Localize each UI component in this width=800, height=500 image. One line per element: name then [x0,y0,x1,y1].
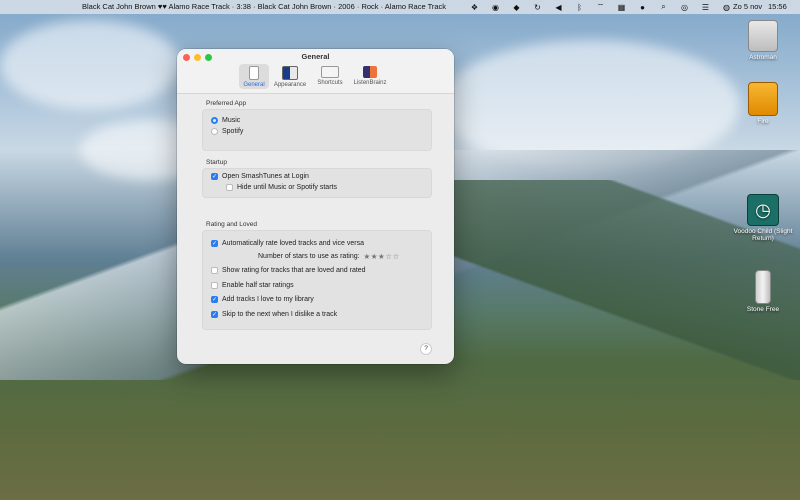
radio-button[interactable] [211,117,218,124]
sync-icon[interactable]: ↻ [527,1,548,13]
desktop-icon-astroman[interactable]: Astroman [728,20,798,61]
person-circle-icon[interactable]: ◎ [674,1,695,13]
checkbox[interactable]: ✓ [211,311,218,318]
user-icon[interactable]: ● [632,1,653,13]
menubar-time[interactable]: 15:56 [768,2,787,11]
bluetooth-icon[interactable]: ᛒ [569,1,590,13]
stars-setting: Number of stars to use as rating: ★★★☆☆ [258,252,400,261]
radio-spotify[interactable]: Spotify [211,128,243,135]
title-bar: General General Appearance Shortcuts Lis… [177,49,454,94]
search-icon[interactable]: ⌕ [653,1,674,13]
checkbox-auto-rate[interactable]: ✓ Automatically rate loved tracks and vi… [211,240,364,247]
phone-icon [249,66,259,80]
tab-general[interactable]: General [239,64,269,89]
help-button[interactable]: ? [420,343,432,355]
keyboard-icon [321,66,339,78]
checkbox-open-at-login[interactable]: ✓ Open SmashTunes at Login [211,173,309,180]
wifi-icon[interactable]: ⌔ [590,1,611,13]
listenbrainz-icon [363,66,377,78]
desktop-icon-voodoo-child[interactable]: ◷ Voodoo Child (Slight Return) [728,194,798,242]
section-title-startup: Startup [206,159,227,166]
checkbox[interactable]: ✓ [211,296,218,303]
stars-label: Number of stars to use as rating: [258,253,360,260]
checkbox[interactable]: ✓ [211,240,218,247]
tab-label: ListenBrainz [353,80,387,86]
checkbox-half-star[interactable]: Enable half star ratings [211,282,294,289]
tab-label: Shortcuts [317,80,343,86]
checkbox-label: Skip to the next when I dislike a track [222,311,338,318]
toolbar-tabs: General Appearance Shortcuts ListenBrain… [239,64,389,89]
keyboard-icon[interactable]: ▦ [611,1,632,13]
preferences-window: General General Appearance Shortcuts Lis… [177,49,454,364]
control-center-icon[interactable]: ☰ [695,1,716,13]
circle-dot-icon[interactable]: ◉ [485,1,506,13]
desktop-icon-fire[interactable]: Fire [728,82,798,125]
checkbox-show-rating[interactable]: Show rating for tracks that are loved an… [211,267,366,274]
checkbox-label: Automatically rate loved tracks and vice… [222,240,365,247]
cloud [0,20,180,110]
desktop-icon-label: Stone Free [746,306,780,313]
window-title: General [301,52,330,61]
drive-icon [748,82,778,116]
checkbox-hide-until-starts[interactable]: Hide until Music or Spotify starts [226,184,337,191]
checkbox[interactable] [211,267,218,274]
radio-button[interactable] [211,128,218,135]
tab-shortcuts[interactable]: Shortcuts [311,64,349,89]
checkbox[interactable] [211,282,218,289]
checkbox-label: Open SmashTunes at Login [222,173,309,180]
elephant-icon[interactable]: ◆ [506,1,527,13]
checkbox[interactable] [226,184,233,191]
status-icons: ❖ ◉ ◆ ↻ ◀ ᛒ ⌔ ▦ ● ⌕ ◎ ☰ ◍ [464,1,737,13]
checkbox-skip-dislike[interactable]: ✓ Skip to the next when I dislike a trac… [211,311,337,318]
checkbox-label: Show rating for tracks that are loved an… [222,267,366,274]
usb-drive-icon [755,270,771,304]
checkbox[interactable]: ✓ [211,173,218,180]
tab-appearance[interactable]: Appearance [271,64,309,89]
checkbox-label: Enable half star ratings [222,282,294,289]
speaker-icon[interactable]: ◀ [548,1,569,13]
radio-music[interactable]: Music [211,117,240,124]
desktop-icon-label: Fire [757,118,769,125]
checkbox-label: Hide until Music or Spotify starts [237,184,337,191]
appearance-icon [282,66,298,80]
section-title-rating: Rating and Loved [206,221,257,228]
desktop-icon-stone-free[interactable]: Stone Free [728,270,798,313]
tab-label: Appearance [273,82,307,88]
dropbox-icon[interactable]: ❖ [464,1,485,13]
desktop-icon-label: Astroman [749,54,777,61]
radio-label: Music [222,117,241,124]
menubar-date[interactable]: Zo 5 nov [733,2,762,11]
tab-label: General [243,82,265,88]
menu-bar: Black Cat John Brown ♥♥ Alamo Race Track… [0,0,800,14]
time-machine-icon: ◷ [747,194,779,226]
checkbox-add-to-library[interactable]: ✓ Add tracks I love to my library [211,296,314,303]
checkbox-label: Add tracks I love to my library [222,296,314,303]
now-playing-text[interactable]: Black Cat John Brown ♥♥ Alamo Race Track… [82,2,446,11]
desktop-icon-label: Voodoo Child (Slight Return) [733,228,793,242]
tab-listenbrainz[interactable]: ListenBrainz [351,64,389,89]
radio-label: Spotify [222,128,244,135]
star-rating-control[interactable]: ★★★☆☆ [364,252,400,261]
section-title-preferred-app: Preferred App [206,100,247,107]
drive-icon [748,20,778,52]
